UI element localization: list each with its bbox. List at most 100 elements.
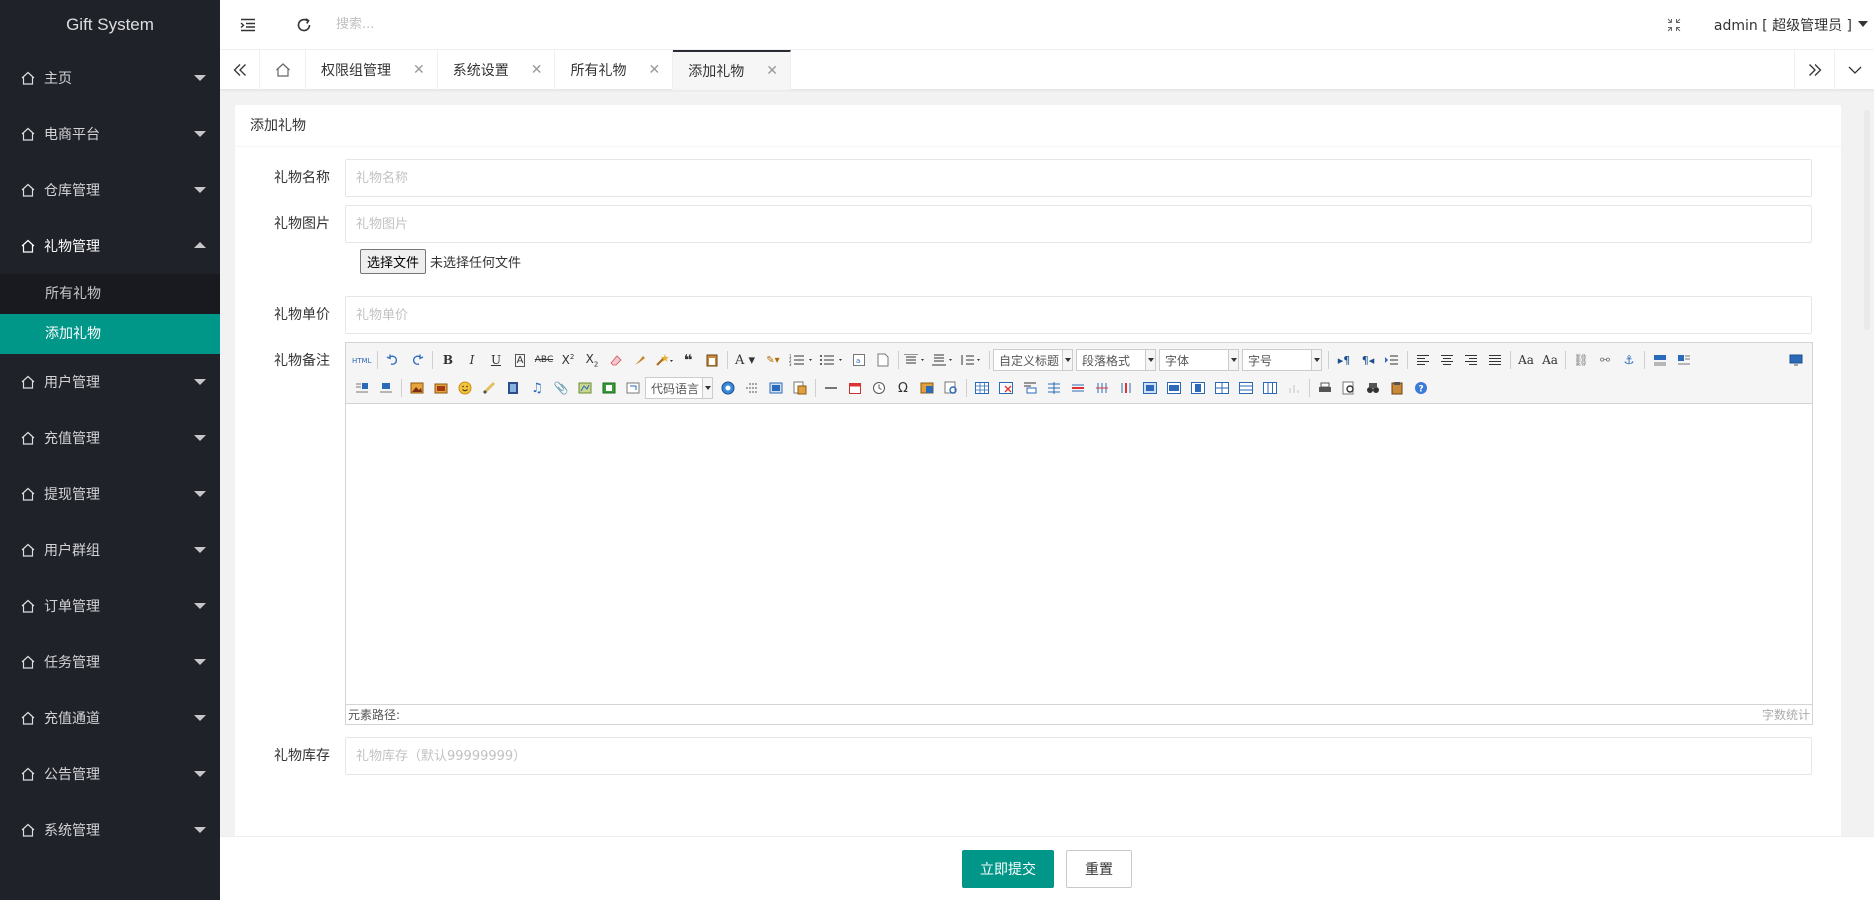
map-button[interactable] — [573, 378, 597, 398]
sidebar-subitem-add-gift[interactable]: 添加礼物 — [0, 314, 220, 354]
music-button[interactable]: ♫ — [525, 378, 549, 398]
subscript-button[interactable]: X2 — [580, 350, 604, 370]
split-cells-button[interactable] — [1210, 378, 1234, 398]
submit-button[interactable]: 立即提交 — [962, 849, 1054, 888]
auto-typeset-button[interactable] — [652, 350, 676, 370]
insert-row-button[interactable] — [1042, 378, 1066, 398]
font-family-select[interactable]: 字体 — [1159, 349, 1239, 371]
sidebar-item-gifts[interactable]: 礼物管理 — [0, 218, 220, 274]
split-cols-button[interactable] — [1258, 378, 1282, 398]
sidebar-item-recharge-channels[interactable]: 充值通道 — [0, 690, 220, 746]
gift-name-input[interactable] — [345, 159, 1812, 197]
drafts-button[interactable] — [1385, 378, 1409, 398]
unordered-list-button[interactable] — [817, 350, 847, 370]
image-right-button[interactable] — [350, 378, 374, 398]
font-size-select[interactable]: 字号 — [1242, 349, 1322, 371]
tab-all-gifts[interactable]: 所有礼物 ✕ — [555, 50, 674, 90]
code-language-select[interactable]: 代码语言 — [645, 377, 713, 399]
font-border-button[interactable]: A — [508, 350, 532, 370]
webapp-button[interactable] — [716, 378, 740, 398]
image-left-button[interactable] — [1672, 350, 1696, 370]
sidebar-item-tasks[interactable]: 任务管理 — [0, 634, 220, 690]
insert-paragraph-before-table-button[interactable] — [1018, 378, 1042, 398]
underline-button[interactable]: U — [484, 350, 508, 370]
lowercase-button[interactable]: Aa — [1538, 350, 1562, 370]
search-input[interactable] — [336, 9, 636, 40]
sidebar-item-recharge[interactable]: 充值管理 — [0, 410, 220, 466]
align-left-button[interactable] — [1411, 350, 1435, 370]
eraser-button[interactable] — [604, 350, 628, 370]
sidebar-item-warehouse[interactable]: 仓库管理 — [0, 162, 220, 218]
emotion-button[interactable] — [453, 378, 477, 398]
gift-image-input[interactable] — [345, 205, 1812, 243]
font-color-button[interactable]: A ▾ — [731, 350, 759, 370]
sidebar-item-orders[interactable]: 订单管理 — [0, 578, 220, 634]
horizontal-rule-button[interactable] — [819, 378, 843, 398]
close-icon[interactable]: ✕ — [413, 62, 425, 78]
paste-plain-button[interactable] — [700, 350, 724, 370]
preview-button[interactable] — [1337, 378, 1361, 398]
html-source-button[interactable]: HTML — [350, 350, 374, 370]
align-right-button[interactable] — [1459, 350, 1483, 370]
sidebar-item-withdraw[interactable]: 提现管理 — [0, 466, 220, 522]
merge-right-button[interactable] — [1162, 378, 1186, 398]
chart-button[interactable] — [1282, 378, 1306, 398]
attachment-button[interactable]: 📎 — [549, 378, 573, 398]
row-spacing-bottom-button[interactable] — [930, 350, 958, 370]
ltr-button[interactable]: ▸¶ — [1332, 350, 1356, 370]
fullscreen-editor-button[interactable] — [1784, 350, 1808, 370]
fullscreen-button[interactable] — [1654, 0, 1694, 50]
insert-frame-button[interactable] — [621, 378, 645, 398]
select-all-button[interactable]: a — [847, 350, 871, 370]
clear-doc-button[interactable] — [871, 350, 895, 370]
bold-button[interactable]: B — [436, 350, 460, 370]
sidebar-subitem-all-gifts[interactable]: 所有礼物 — [0, 274, 220, 314]
insert-video-button[interactable] — [501, 378, 525, 398]
paragraph-format-select[interactable]: 段落格式 — [1076, 349, 1156, 371]
page-break-button[interactable] — [740, 378, 764, 398]
tabs-scroll-left-button[interactable] — [220, 50, 260, 90]
insert-col-button[interactable] — [1090, 378, 1114, 398]
row-spacing-top-button[interactable] — [902, 350, 930, 370]
blockquote-button[interactable]: ❝ — [676, 350, 700, 370]
sidebar-item-announcements[interactable]: 公告管理 — [0, 746, 220, 802]
close-icon[interactable]: ✕ — [531, 62, 543, 78]
indent-button[interactable] — [1380, 350, 1404, 370]
align-center-button[interactable] — [1435, 350, 1459, 370]
gift-stock-input[interactable] — [345, 737, 1812, 775]
rtl-button[interactable]: ¶◂ — [1356, 350, 1380, 370]
tab-home[interactable] — [260, 50, 306, 90]
merge-down-button[interactable] — [1186, 378, 1210, 398]
editor-content-area[interactable] — [346, 404, 1812, 704]
delete-row-button[interactable] — [1066, 378, 1090, 398]
unlink-button[interactable]: ⚯ — [1593, 350, 1617, 370]
help-button[interactable]: ? — [1409, 378, 1433, 398]
menu-collapse-button[interactable] — [220, 0, 276, 50]
word-image-button[interactable] — [915, 378, 939, 398]
print-button[interactable] — [1313, 378, 1337, 398]
page-scrollbar[interactable] — [1864, 110, 1870, 330]
italic-button[interactable]: I — [460, 350, 484, 370]
align-justify-button[interactable] — [1483, 350, 1507, 370]
sidebar-item-user-groups[interactable]: 用户群组 — [0, 522, 220, 578]
simple-upload-button[interactable] — [405, 378, 429, 398]
insert-table-button[interactable] — [970, 378, 994, 398]
gift-price-input[interactable] — [345, 296, 1812, 334]
sidebar-item-ecommerce[interactable]: 电商平台 — [0, 106, 220, 162]
refresh-button[interactable] — [276, 0, 332, 50]
delete-col-button[interactable] — [1114, 378, 1138, 398]
strikethrough-button[interactable]: ABC — [532, 350, 556, 370]
image-none-button[interactable] — [1648, 350, 1672, 370]
sidebar-item-users[interactable]: 用户管理 — [0, 354, 220, 410]
close-icon[interactable]: ✕ — [766, 63, 778, 79]
highlight-color-button[interactable]: ✎▾ — [759, 350, 787, 370]
choose-file-button[interactable]: 选择文件 — [360, 249, 427, 274]
tab-add-gift[interactable]: 添加礼物 ✕ — [673, 50, 791, 90]
tabs-dropdown-button[interactable] — [1834, 50, 1874, 90]
tabs-scroll-right-button[interactable] — [1794, 50, 1834, 90]
background-button[interactable] — [764, 378, 788, 398]
tab-system-settings[interactable]: 系统设置 ✕ — [438, 50, 556, 90]
custom-heading-select[interactable]: 自定义标题 — [993, 349, 1073, 371]
insert-image-button[interactable] — [429, 378, 453, 398]
find-button[interactable] — [1361, 378, 1385, 398]
